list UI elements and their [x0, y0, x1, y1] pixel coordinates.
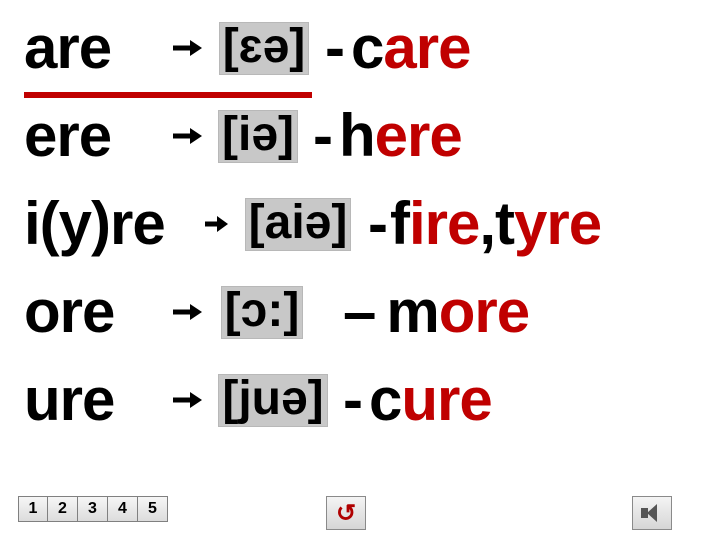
ipa-text: [iə]	[218, 110, 298, 163]
separator: –	[319, 282, 386, 342]
arrow-right-icon	[169, 303, 205, 321]
ipa-text: [aiə]	[245, 198, 352, 251]
example-text: care	[351, 18, 470, 78]
ipa-text: [ɛə]	[219, 22, 310, 75]
page-button-2[interactable]: 2	[48, 496, 78, 522]
ipa-text: [juə]	[218, 374, 327, 427]
back-button[interactable]: ↻	[326, 496, 366, 530]
arrow-right-icon	[169, 127, 205, 145]
pattern-text: ore	[24, 282, 169, 342]
example-text: cure	[369, 370, 492, 430]
separator: -	[323, 18, 351, 78]
page-number-bar: 1 2 3 4 5	[18, 496, 168, 522]
example-text: more	[386, 282, 529, 342]
pattern-text: are	[24, 18, 169, 78]
sound-button[interactable]	[632, 496, 672, 530]
speaker-icon	[641, 504, 663, 522]
rule-row: ere [iə] - here	[24, 94, 710, 178]
pattern-text: i(y)re	[24, 194, 204, 254]
back-uturn-icon: ↻	[336, 499, 356, 528]
page-button-5[interactable]: 5	[138, 496, 168, 522]
page-button-3[interactable]: 3	[78, 496, 108, 522]
separator: -	[341, 370, 369, 430]
arrow-right-icon	[169, 39, 205, 57]
page-button-4[interactable]: 4	[108, 496, 138, 522]
rule-row: i(y)re [aiə] - fire,tyre	[24, 182, 710, 266]
ipa-text: [ɔ:]	[221, 286, 304, 339]
pattern-text: ure	[24, 370, 169, 430]
rule-row: are [ɛə] - care	[24, 6, 710, 90]
pattern-text: ere	[24, 106, 169, 166]
rule-row: ure [juə] - cure	[24, 358, 710, 442]
example-text: fire,tyre	[390, 194, 601, 254]
example-text: here	[339, 106, 462, 166]
separator: -	[311, 106, 339, 166]
rule-row: ore [ɔ:] – more	[24, 270, 710, 354]
separator: -	[368, 194, 390, 254]
page-button-1[interactable]: 1	[18, 496, 48, 522]
arrow-right-icon	[169, 391, 205, 409]
